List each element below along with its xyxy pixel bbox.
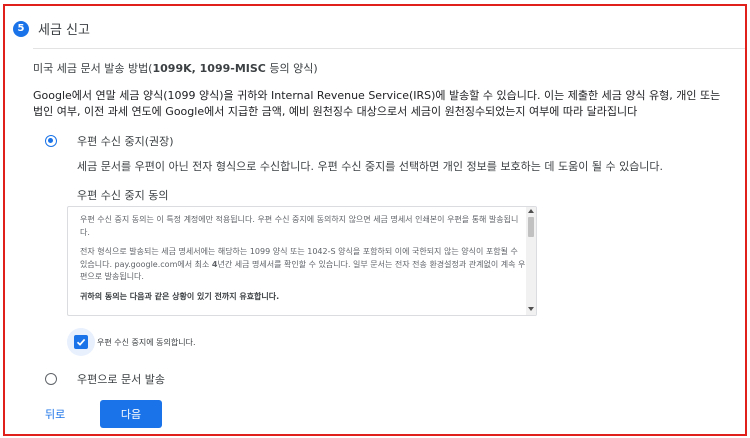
tax-description: Google에서 연말 세금 양식(1099 양식)을 귀하와 Internal… — [33, 89, 721, 118]
subheading-forms: 1099K, 1099-MISC — [152, 62, 266, 75]
consent-checkbox-row[interactable]: 우편 수신 중지에 동의합니다. — [67, 328, 196, 356]
back-button[interactable]: 뒤로 — [45, 406, 65, 422]
next-button[interactable]: 다음 — [100, 400, 162, 428]
consent-text: 우편 수신 중지 동의는 이 특정 계정에만 적용됩니다. 우편 수신 중지에 … — [80, 214, 526, 310]
subheading-prefix: 미국 세금 문서 발송 방법( — [33, 62, 153, 75]
checkmark-icon — [76, 338, 86, 346]
consent-title: 우편 수신 중지 동의 — [77, 189, 169, 202]
consent-paragraph-2: 전자 형식으로 발송되는 세금 명세서에는 해당하는 1099 양식 또는 10… — [80, 246, 526, 284]
section-header: 5 세금 신고 — [13, 19, 90, 38]
consent-text-box[interactable]: 우편 수신 중지 동의는 이 특정 계정에만 적용됩니다. 우편 수신 중지에 … — [67, 206, 537, 316]
scroll-up-arrow-icon[interactable] — [528, 209, 534, 213]
subheading: 미국 세금 문서 발송 방법(1099K, 1099-MISC 등의 양식) — [33, 60, 318, 76]
section-title: 세금 신고 — [38, 23, 90, 38]
subheading-suffix: 등의 양식) — [265, 62, 318, 75]
checkbox-focus-halo — [67, 328, 95, 356]
consent-paragraph-1: 우편 수신 중지 동의는 이 특정 계정에만 적용됩니다. 우편 수신 중지에 … — [80, 215, 519, 237]
step-number-badge: 5 — [13, 20, 29, 37]
paperless-label: 우편 수신 중지(권장) — [77, 135, 174, 148]
scroll-thumb[interactable] — [528, 217, 534, 237]
paperless-description: 세금 문서를 우편이 아닌 전자 형식으로 수신합니다. 우편 수신 중지를 선… — [77, 160, 664, 173]
consent-checkbox-label: 우편 수신 중지에 동의합니다. — [97, 337, 196, 347]
mail-label: 우편으로 문서 발송 — [77, 373, 165, 386]
paperless-radio[interactable] — [45, 135, 57, 147]
header-divider — [33, 48, 745, 49]
option-mail[interactable]: 우편으로 문서 발송 — [45, 371, 165, 387]
mail-radio[interactable] — [45, 373, 57, 385]
consent-paragraph-3: 귀하의 동의는 다음과 같은 상황이 있기 전까지 유효합니다. — [80, 291, 280, 301]
consent-checkbox[interactable] — [74, 335, 88, 349]
scroll-down-arrow-icon[interactable] — [528, 307, 534, 311]
consent-scrollbar[interactable] — [526, 207, 536, 315]
option-paperless[interactable]: 우편 수신 중지(권장) — [45, 133, 174, 149]
tax-filing-panel: 5 세금 신고 미국 세금 문서 발송 방법(1099K, 1099-MISC … — [3, 4, 747, 436]
